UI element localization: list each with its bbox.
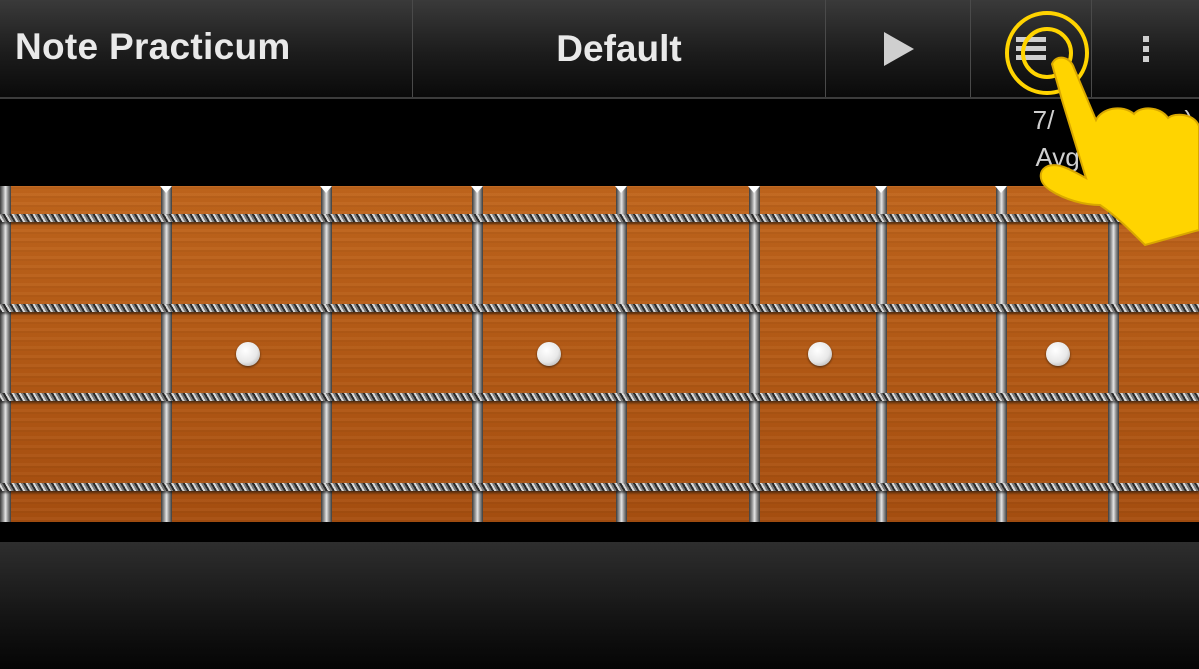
fret-marker-top [471,186,483,193]
overflow-menu-button[interactable] [1092,0,1199,97]
fret [616,186,627,522]
inlay-dot [236,342,260,366]
mode-selector-button[interactable]: Default [413,0,825,97]
menu-button[interactable] [971,0,1091,97]
fret-marker-top [160,186,172,193]
avg-time-text: Avg ti [1035,142,1100,172]
fret [1108,186,1119,522]
fret-marker-top [615,186,627,193]
app-title: Note Practicum [15,26,291,67]
string[interactable] [0,393,1199,401]
fret-marker-top [875,186,887,193]
fret [0,186,11,522]
fret [472,186,483,522]
overflow-menu-icon [1142,32,1149,66]
score-suffix: ) [1184,105,1193,135]
bottom-panel [0,542,1199,669]
action-bar: Note Practicum Default [0,0,1199,99]
inlay-dot [808,342,832,366]
fret [161,186,172,522]
inlay-dot [537,342,561,366]
string[interactable] [0,214,1199,222]
fretboard[interactable] [0,186,1199,522]
play-button[interactable] [826,0,970,97]
string[interactable] [0,304,1199,312]
fret [996,186,1007,522]
fret [876,186,887,522]
score-text: 7/) [1033,105,1193,136]
score-value: 7/ [1032,105,1055,135]
fret [321,186,332,522]
fret [749,186,760,522]
fret-marker-top [320,186,332,193]
fret-marker-top [748,186,760,193]
menu-icon [1016,33,1046,64]
inlay-dot [1046,342,1070,366]
fret-marker-top [995,186,1007,193]
play-icon [884,31,914,66]
string[interactable] [0,483,1199,491]
